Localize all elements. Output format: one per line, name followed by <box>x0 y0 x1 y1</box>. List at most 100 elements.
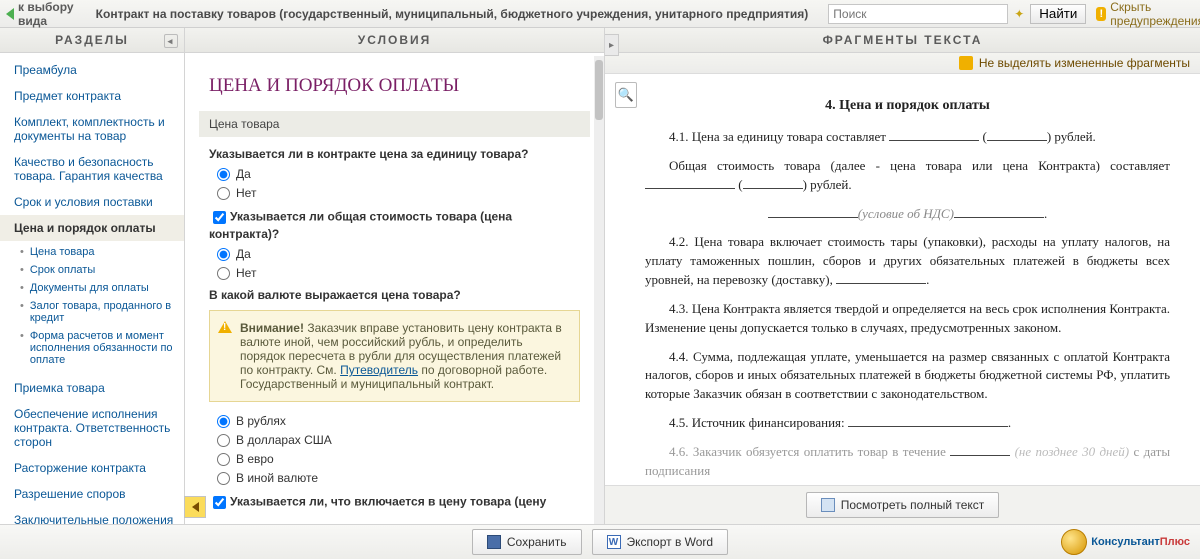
magic-wand-icon[interactable]: ✦ <box>1010 5 1028 23</box>
currency-usd[interactable]: В долларах США <box>217 433 580 447</box>
sections-nav: ПреамбулаПредмет контрактаКомплект, комп… <box>0 53 184 524</box>
bottom-toolbar: Сохранить W Экспорт в Word <box>0 525 1200 559</box>
sidebar-item[interactable]: Заключительные положения <box>0 507 184 524</box>
sections-panel: РАЗДЕЛЫ ◂ ПреамбулаПредмет контрактаКомп… <box>0 28 185 524</box>
option-label: Да <box>236 167 251 181</box>
sidebar-item[interactable]: Срок и условия поставки <box>0 189 184 215</box>
view-full-text-button[interactable]: Посмотреть полный текст <box>806 492 1000 518</box>
sidebar-item[interactable]: Предмет контракта <box>0 83 184 109</box>
question-label: Указывается ли общая стоимость товара (ц… <box>209 210 512 241</box>
conditions-header-label: УСЛОВИЯ <box>358 33 432 47</box>
scrollbar[interactable] <box>594 56 604 524</box>
radio-input[interactable] <box>217 415 230 428</box>
nds-line: (условие об НДС). <box>645 205 1170 224</box>
hide-warnings-link[interactable]: ! Скрыть предупреждения <box>1096 0 1200 28</box>
search-input[interactable] <box>828 4 1008 24</box>
highlight-icon <box>959 56 973 70</box>
page-preview-icon[interactable]: 🔍 <box>615 82 637 108</box>
clause-total: Общая стоимость товара (далее - цена тов… <box>645 157 1170 195</box>
warning-label: Внимание! <box>240 321 304 335</box>
currency-other[interactable]: В иной валюте <box>217 471 580 485</box>
option-label: В рублях <box>236 414 286 428</box>
currency-rub[interactable]: В рублях <box>217 414 580 428</box>
clause-4-5: 4.5. Источник финансирования: . <box>645 414 1170 433</box>
q1-no[interactable]: Нет <box>217 186 580 200</box>
save-button[interactable]: Сохранить <box>472 529 582 555</box>
expand-fragments-icon[interactable]: ▸ <box>605 34 619 56</box>
arrow-left-icon <box>6 8 14 20</box>
button-label: Посмотреть полный текст <box>841 498 985 512</box>
question-includes: Указывается ли, что включается в цену то… <box>209 493 580 512</box>
sidebar-subitem[interactable]: Залог товара, проданного в кредит <box>20 297 174 327</box>
fragments-panel: ФРАГМЕНТЫ ТЕКСТА ▸ Не выделять измененны… <box>605 28 1200 524</box>
option-label: В долларах США <box>236 433 332 447</box>
checkbox-input[interactable] <box>213 496 226 509</box>
sidebar-item[interactable]: Расторжение контракта <box>0 455 184 481</box>
option-label: Нет <box>236 186 256 200</box>
clause-4-3: 4.3. Цена Контракта является твердой и о… <box>645 300 1170 338</box>
radio-input[interactable] <box>217 248 230 261</box>
q2-no[interactable]: Нет <box>217 266 580 280</box>
radio-input[interactable] <box>217 434 230 447</box>
question-total-price: Указывается ли общая стоимость товара (ц… <box>209 208 580 241</box>
sidebar-subitem[interactable]: Форма расчетов и момент исполнения обяза… <box>20 327 174 369</box>
blank-field <box>645 177 735 189</box>
document-icon <box>821 498 835 512</box>
find-button[interactable]: Найти <box>1030 4 1086 24</box>
radio-input[interactable] <box>217 267 230 280</box>
sidebar-item[interactable]: Цена и порядок оплаты <box>0 215 184 241</box>
blank-field <box>848 415 1008 427</box>
option-label: В евро <box>236 452 274 466</box>
radio-input[interactable] <box>217 168 230 181</box>
radio-input[interactable] <box>217 453 230 466</box>
clause-4-2: 4.2. Цена товара включает стоимость тары… <box>645 233 1170 290</box>
clause-4-4: 4.4. Сумма, подлежащая уплате, уменьшает… <box>645 348 1170 405</box>
currency-eur[interactable]: В евро <box>217 452 580 466</box>
blank-field <box>950 444 1010 456</box>
collapse-left-icon[interactable]: ◂ <box>164 34 178 48</box>
no-highlight-link[interactable]: Не выделять измененные фрагменты <box>979 56 1190 70</box>
option-label: Нет <box>236 266 256 280</box>
guide-link[interactable]: Путеводитель <box>340 363 418 377</box>
conditions-title: ЦЕНА И ПОРЯДОК ОПЛАТЫ <box>209 63 580 107</box>
export-word-button[interactable]: W Экспорт в Word <box>592 529 729 555</box>
fragment-title: 4. Цена и порядок оплаты <box>645 98 1170 114</box>
sidebar-item[interactable]: Обеспечение исполнения контракта. Ответс… <box>0 401 184 455</box>
sidebar-subitem[interactable]: Цена товара <box>20 243 174 261</box>
sidebar-item[interactable]: Преамбула <box>0 57 184 83</box>
contract-title: Контракт на поставку товаров (государств… <box>96 7 809 21</box>
clause-4-1: 4.1. Цена за единицу товара составляет (… <box>645 128 1170 147</box>
question-label: Указывается ли, что включается в цену то… <box>230 495 546 509</box>
sidebar-item[interactable]: Качество и безопасность товара. Гарантия… <box>0 149 184 189</box>
sections-header: РАЗДЕЛЫ ◂ <box>0 28 184 53</box>
checkbox-input[interactable] <box>213 211 226 224</box>
radio-input[interactable] <box>217 187 230 200</box>
q2-yes[interactable]: Да <box>217 247 580 261</box>
blank-field <box>768 206 858 218</box>
sidebar-subnav: Цена товараСрок оплатыДокументы для опла… <box>0 241 184 375</box>
save-icon <box>487 535 501 549</box>
option-label: Да <box>236 247 251 261</box>
question-currency: В какой валюте выражается цена товара? <box>209 288 580 302</box>
sidebar-item[interactable]: Приемка товара <box>0 375 184 401</box>
top-toolbar: Вернуться к выбору вида договора Контрак… <box>0 0 1200 28</box>
q1-yes[interactable]: Да <box>217 167 580 181</box>
blank-field <box>954 206 1044 218</box>
logo-text: Плюс <box>1160 536 1190 548</box>
scrollbar-thumb[interactable] <box>595 60 603 120</box>
radio-input[interactable] <box>217 472 230 485</box>
sidebar-subitem[interactable]: Документы для оплаты <box>20 279 174 297</box>
warning-triangle-icon <box>218 321 232 333</box>
hide-warnings-label: Скрыть предупреждения <box>1110 0 1200 28</box>
fragments-header-label: ФРАГМЕНТЫ ТЕКСТА <box>823 33 983 47</box>
question-unit-price: Указывается ли в контракте цена за едини… <box>209 147 580 161</box>
prev-section-button[interactable] <box>184 496 206 518</box>
sidebar-subitem[interactable]: Срок оплаты <box>20 261 174 279</box>
sidebar-item[interactable]: Разрешение споров <box>0 481 184 507</box>
blank-field <box>743 177 803 189</box>
sidebar-item[interactable]: Комплект, комплектность и документы на т… <box>0 109 184 149</box>
blank-field <box>889 129 979 141</box>
conditions-header: УСЛОВИЯ <box>185 28 604 53</box>
sections-header-label: РАЗДЕЛЫ <box>55 33 129 47</box>
search-box: ✦ Найти <box>828 4 1086 24</box>
